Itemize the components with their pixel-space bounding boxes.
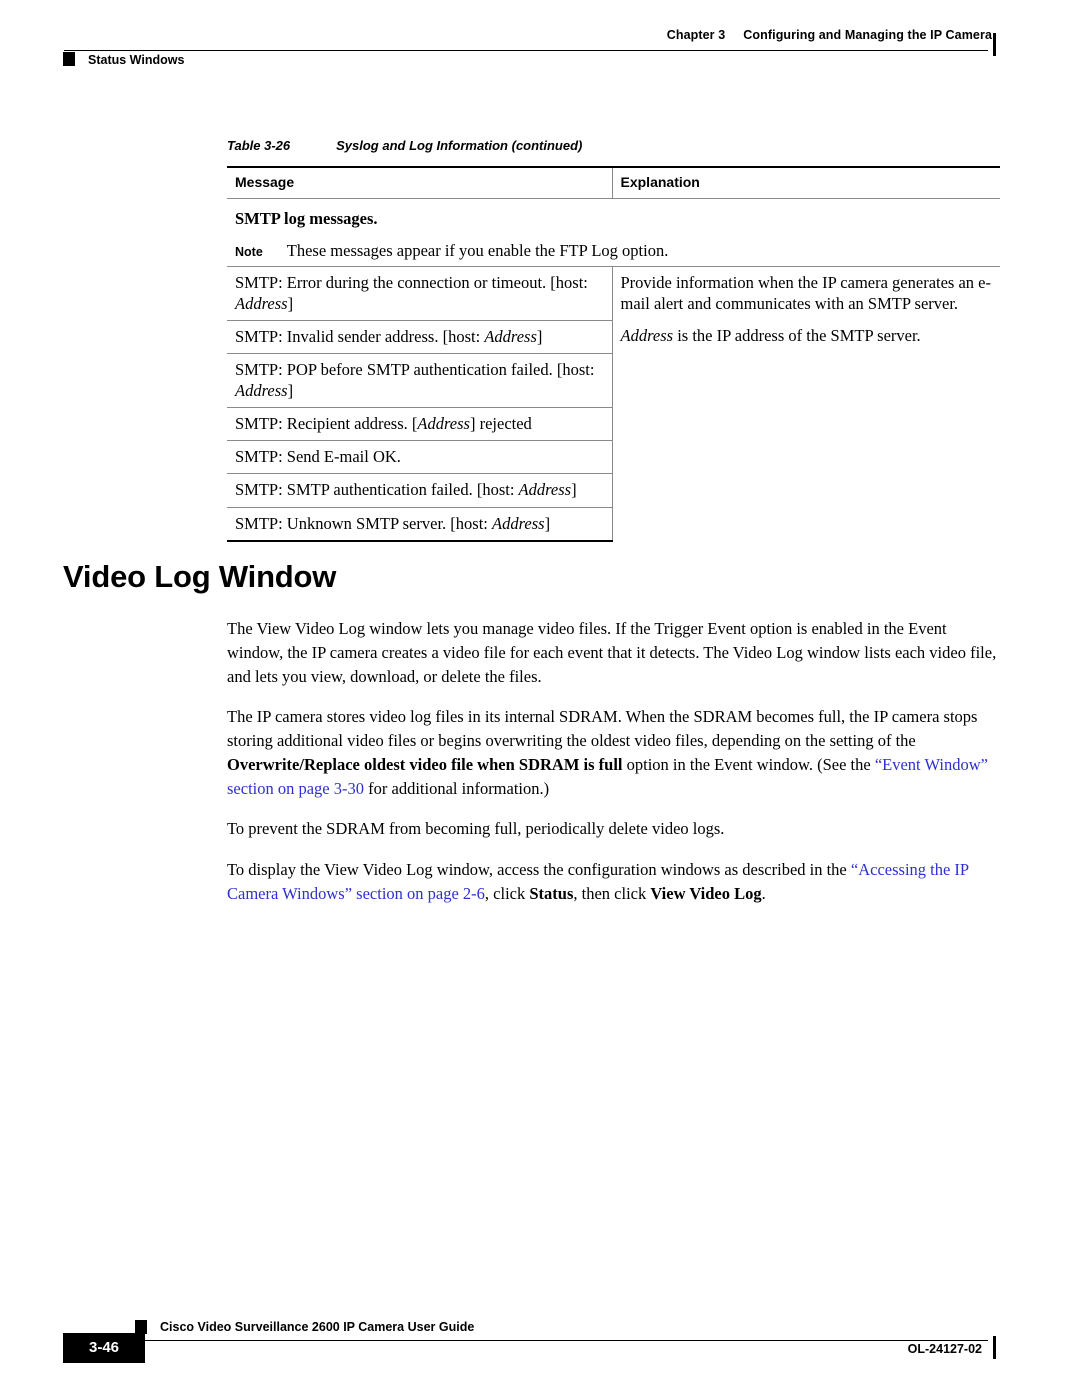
page-title: Video Log Window xyxy=(63,559,337,594)
paragraph-1: The View Video Log window lets you manag… xyxy=(227,619,997,686)
message-text-pre: SMTP: Invalid sender address. [host: xyxy=(235,326,485,346)
footer-bullet-square-icon xyxy=(135,1320,147,1334)
table-cell-message: SMTP: Send E-mail OK. xyxy=(227,440,613,474)
table-group-row: SMTP log messages. Note These messages ap… xyxy=(227,199,1000,267)
message-text-pre: SMTP: Recipient address. [ xyxy=(235,414,418,434)
table-caption-title: Syslog and Log Information (continued) xyxy=(336,138,583,153)
paragraph-4-part-3: , then click xyxy=(573,883,651,903)
message-term-address: Address xyxy=(235,381,288,401)
paragraph-2-part-3: for additional information.) xyxy=(364,778,550,798)
paragraph-2-bold-option: Overwrite/Replace oldest video file when… xyxy=(227,754,623,774)
table-row: SMTP: Error during the connection or tim… xyxy=(227,265,1000,541)
footer-document-number: OL-24127-02 xyxy=(907,1342,982,1356)
paragraph-4-bold-status: Status xyxy=(529,883,574,903)
paragraph-3: To prevent the SDRAM from becoming full,… xyxy=(227,819,725,839)
table-cell-message: SMTP: POP before SMTP authentication fai… xyxy=(227,352,613,408)
footer-edge-tick xyxy=(993,1336,996,1359)
note-line: Note These messages appear if you enable … xyxy=(235,241,992,262)
footer-guide-title: Cisco Video Surveillance 2600 IP Camera … xyxy=(160,1320,475,1334)
column-header-message: Message xyxy=(227,166,613,199)
message-text-pre: SMTP: Send E-mail OK. xyxy=(235,447,401,467)
message-text-pre: SMTP: Error during the connection or tim… xyxy=(235,272,588,292)
header-chapter-line: Chapter 3 Configuring and Managing the IP… xyxy=(667,28,992,42)
header-chapter-number: Chapter 3 xyxy=(666,28,726,42)
message-term-address: Address xyxy=(518,480,572,500)
message-text-pre: SMTP: POP before SMTP authentication fai… xyxy=(235,359,595,379)
header-section-title: Status Windows xyxy=(88,53,185,67)
paragraph-4-bold-view-video-log: View Video Log xyxy=(650,883,762,903)
explanation-term-address: Address xyxy=(620,325,674,345)
explanation-paragraph-2-rest: is the IP address of the SMTP server. xyxy=(673,325,921,345)
table-header-row: Message Explanation xyxy=(227,166,1000,199)
message-term-address: Address xyxy=(417,414,470,434)
note-text: These messages appear if you enable the … xyxy=(286,241,669,260)
header-edge-tick xyxy=(993,33,996,56)
table-cell-message: SMTP: Error during the connection or tim… xyxy=(227,265,613,321)
table-cell-message: SMTP: Recipient address. [Address] rejec… xyxy=(227,407,613,441)
paragraph-4-part-4: . xyxy=(761,883,766,903)
header-bullet-square-icon xyxy=(63,52,75,66)
explanation-paragraph-2: Address is the IP address of the SMTP se… xyxy=(621,325,993,346)
message-text-post: ] xyxy=(287,381,294,401)
page-header: Chapter 3 Configuring and Managing the IP… xyxy=(0,28,1080,84)
syslog-table: Message Explanation SMTP log messages. N… xyxy=(227,166,1000,542)
page-footer: Cisco Video Surveillance 2600 IP Camera … xyxy=(0,1306,1080,1376)
message-text-post: ] xyxy=(287,293,294,313)
paragraph-2: The IP camera stores video log files in … xyxy=(227,705,1000,800)
table-caption: Table 3-26 Syslog and Log Information (co… xyxy=(227,138,1000,153)
note-label: Note xyxy=(235,245,263,259)
explanation-paragraph-1: Provide information when the IP camera g… xyxy=(620,272,992,313)
message-text-pre: SMTP: SMTP authentication failed. [host: xyxy=(235,480,519,500)
table-cell-message: SMTP: Unknown SMTP server. [host: Addres… xyxy=(227,506,613,542)
message-text-post: ] xyxy=(571,480,577,500)
table-cell-message: SMTP: Invalid sender address. [host: Add… xyxy=(227,319,613,354)
table-group-cell: SMTP log messages. Note These messages ap… xyxy=(227,199,1000,267)
message-term-address: Address xyxy=(492,513,545,533)
header-chapter-title: Configuring and Managing the IP Camera xyxy=(743,28,992,42)
body-copy: The View Video Log window lets you manag… xyxy=(227,617,1000,906)
paragraph-2-part-1: The IP camera stores video log files in … xyxy=(227,707,978,750)
table-caption-label: Table 3-26 xyxy=(227,138,291,153)
table-cell-message: SMTP: SMTP authentication failed. [host:… xyxy=(227,473,613,507)
group-heading: SMTP log messages. xyxy=(235,209,378,228)
paragraph-4-part-2: , click xyxy=(484,883,530,903)
message-term-address: Address xyxy=(484,326,537,346)
header-rule xyxy=(64,50,988,51)
message-term-address: Address xyxy=(235,293,288,313)
table-cell-explanation: Provide information when the IP camera g… xyxy=(612,265,1000,541)
syslog-table-block: Table 3-26 Syslog and Log Information (co… xyxy=(227,138,1000,542)
footer-rule xyxy=(143,1340,988,1341)
paragraph-4-part-1: To display the View Video Log window, ac… xyxy=(227,860,851,879)
message-text-post: ] xyxy=(536,326,543,346)
paragraph-4: To display the View Video Log window, ac… xyxy=(227,858,1000,906)
column-header-explanation: Explanation xyxy=(612,166,1000,199)
message-text-post: ] xyxy=(544,513,551,533)
message-text-post: ] rejected xyxy=(469,414,532,434)
message-text-pre: SMTP: Unknown SMTP server. [host: xyxy=(235,513,492,533)
paragraph-2-part-2: option in the Event window. (See the xyxy=(622,754,875,774)
